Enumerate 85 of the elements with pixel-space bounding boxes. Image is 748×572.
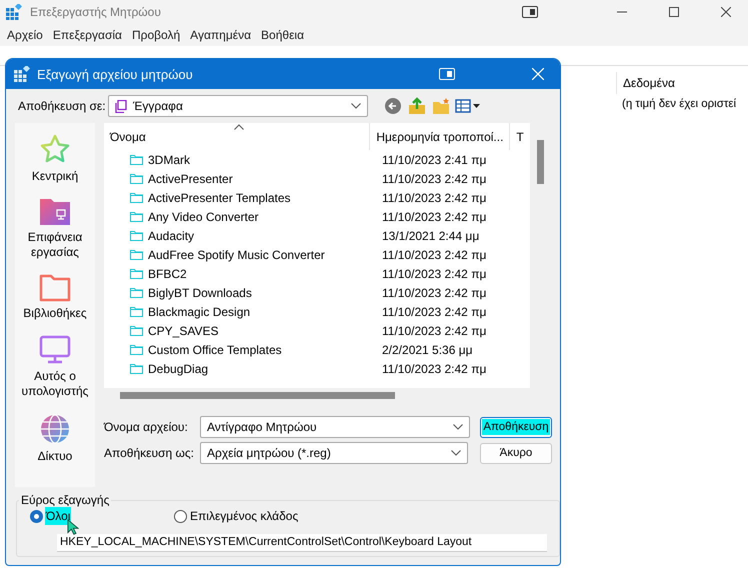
desktop-folder-icon (39, 198, 71, 226)
cursor-icon (67, 519, 79, 536)
monitor-icon (39, 335, 71, 365)
menu-item[interactable]: Βοήθεια (256, 24, 310, 46)
sidebar-item[interactable]: Κεντρική (15, 133, 95, 184)
file-name-field[interactable]: Αντίγραφο Μητρώου (200, 416, 470, 438)
close-icon[interactable] (721, 7, 731, 17)
file-name[interactable]: BiglyBT Downloads (104, 286, 378, 300)
folder-icon (130, 306, 143, 317)
column-header[interactable]: Όνομα (104, 123, 370, 150)
branch-field[interactable]: HKEY_LOCAL_MACHINE\SYSTEM\CurrentControlSet\Control\Keyboard Layout (57, 534, 547, 552)
snap-layout-icon[interactable] (522, 6, 538, 18)
folder-icon (130, 325, 143, 336)
folder-icon (130, 173, 143, 184)
column-header[interactable]: Ημερομηνία τροποποί... (370, 123, 510, 150)
folder-icon (130, 192, 143, 203)
sidebar-item[interactable]: Επιφάνεια εργασίας (15, 198, 95, 260)
folder-icon (130, 268, 143, 279)
folder-icon (130, 344, 143, 355)
date-cell-text: 11/10/2023 2:42 πμ (381, 190, 486, 204)
folder-icon (130, 154, 143, 165)
folder-icon (130, 363, 143, 374)
date-cell-text: 11/10/2023 2:42 πμ (381, 172, 486, 186)
file-name[interactable]: AudFree Spotify Music Converter (104, 248, 378, 262)
menu-item[interactable]: Αγαπημένα (185, 24, 256, 46)
dialog-title: Εξαγωγή αρχείου μητρώου (37, 66, 194, 82)
folder-icon (130, 230, 143, 241)
date-cell-text: 11/10/2023 2:42 πμ (381, 286, 486, 300)
date-cell-text: 11/10/2023 2:42 πμ (381, 248, 486, 262)
registry-icon (14, 66, 30, 82)
sidebar-item[interactable]: Βιβλιοθήκες (15, 274, 95, 321)
window-title: Επεξεργαστής Μητρώου (30, 5, 162, 19)
save-in-dropdown[interactable]: Έγγραφα (108, 95, 368, 117)
scrollbar-thumb[interactable] (120, 392, 395, 398)
file-name[interactable]: Audacity (104, 228, 378, 242)
date-cell-text: 13/1/2021 2:44 μμ (381, 228, 480, 242)
folder-icon (130, 211, 143, 222)
radio-option[interactable]: Όλοι (30, 507, 174, 525)
date-cell-text: 2/2/2021 5:36 μμ (381, 342, 473, 356)
file-name[interactable]: ActivePresenter (104, 172, 378, 186)
scrollbar-thumb[interactable] (536, 140, 544, 184)
folder-icon (130, 249, 143, 260)
chevron-down-icon (451, 450, 461, 456)
file-name[interactable]: BFBC2 (104, 266, 378, 280)
folder-icon (39, 274, 71, 302)
chevron-down-icon (351, 103, 361, 109)
group-title: Εύρος εξαγωγής (20, 493, 110, 507)
sidebar-item[interactable]: Δίκτυο (15, 413, 95, 464)
document-icon (115, 100, 127, 112)
file-name[interactable]: CPY_SAVES (104, 324, 378, 338)
date-cell-text: 11/10/2023 2:42 πμ (381, 266, 486, 280)
save-in-label: Αποθήκευση σε: (18, 99, 107, 113)
file-name[interactable]: DebugDiag (104, 362, 378, 376)
sort-chevron-icon (234, 124, 244, 130)
date-cell-text: 11/10/2023 2:41 πμ (381, 152, 486, 166)
radio-option[interactable]: Επιλεγμένος κλάδος (174, 507, 300, 525)
save-button[interactable]: Αποθήκευση (480, 416, 552, 438)
globe-icon (39, 413, 71, 445)
date-cell-text: 11/10/2023 2:42 πμ (381, 362, 486, 376)
date-cell-text: 11/10/2023 2:42 πμ (381, 304, 486, 318)
back-button[interactable] (382, 96, 404, 116)
chevron-down-icon (453, 424, 463, 430)
star-icon (39, 133, 71, 165)
file-name[interactable]: ActivePresenter Templates (104, 190, 378, 204)
value-cell-text: (η τιμή δεν έχει οριστεί (621, 97, 738, 110)
date-cell-text: 11/10/2023 2:42 πμ (381, 324, 486, 338)
save-as-label: Αποθήκευση ως: (104, 446, 195, 460)
menu-item[interactable]: Επεξεργασία (48, 24, 127, 46)
file-name[interactable]: Blackmagic Design (104, 304, 378, 318)
up-folder-button[interactable] (406, 96, 428, 116)
column-header[interactable]: Τ (510, 123, 530, 150)
maximize-icon[interactable] (669, 7, 679, 17)
file-name[interactable]: Custom Office Templates (104, 342, 378, 356)
cancel-button[interactable]: Άκυρο (480, 442, 552, 464)
folder-icon (130, 287, 143, 298)
file-name[interactable]: Any Video Converter (104, 210, 378, 224)
column-header[interactable]: Δεδομένα (616, 72, 748, 94)
registry-icon (6, 4, 22, 20)
sidebar-item[interactable]: Αυτός ο υπολογιστής (15, 335, 95, 399)
menu-item[interactable]: Αρχείο (2, 24, 48, 46)
file-name[interactable]: 3DMark (104, 152, 378, 166)
file-name-label: Όνομα αρχείου: (104, 420, 189, 434)
date-cell-text: 11/10/2023 2:42 πμ (381, 210, 486, 224)
file-type-dropdown[interactable]: Αρχεία μητρώου (*.reg) (200, 442, 468, 464)
menu-item[interactable]: Προβολή (126, 24, 186, 46)
